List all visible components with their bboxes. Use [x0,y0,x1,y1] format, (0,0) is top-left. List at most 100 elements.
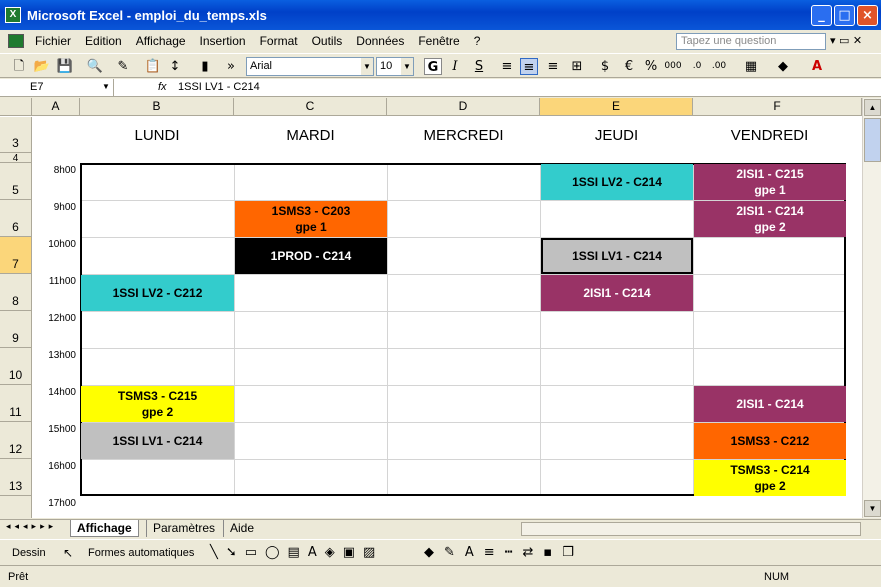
select-all-corner[interactable] [0,98,32,116]
bold-icon[interactable]: G [424,58,442,75]
menu-fenetre[interactable]: Fenêtre [411,34,466,48]
menu-outils[interactable]: Outils [305,34,350,48]
autoshapes-menu[interactable]: Formes automatiques [88,547,194,559]
course-slot[interactable]: 1SSI LV2 - C212 [81,275,234,311]
column-header-a[interactable]: A [32,98,80,116]
tab-aide[interactable]: Aide [223,520,260,537]
paste-icon[interactable]: 📋 [144,58,162,75]
maximize-button[interactable]: □ [834,5,855,26]
open-icon[interactable]: 📂 [33,58,51,75]
align-right-icon[interactable]: ≡ [544,58,562,75]
minimize-button[interactable]: _ [811,5,832,26]
fx-icon[interactable]: fx [158,79,167,96]
euro-icon[interactable]: € [620,58,638,75]
menu-affichage[interactable]: Affichage [129,34,193,48]
column-header-d[interactable]: D [387,98,540,116]
row-header[interactable]: 3 [0,117,32,153]
row-header[interactable]: 7 [0,237,32,274]
menu-edition[interactable]: Edition [78,34,129,48]
increase-decimal-icon[interactable]: .0 [688,58,706,75]
course-slot[interactable]: 1PROD - C214 [235,238,387,274]
merge-center-icon[interactable]: ⊞ [568,58,586,75]
fill-color-icon[interactable]: ◆ [774,58,792,75]
column-header-f[interactable]: F [693,98,862,116]
help-search-input[interactable]: Tapez une question [676,33,826,50]
percent-icon[interactable]: % [642,58,660,75]
sort-icon[interactable]: ↕ [166,58,184,75]
decrease-decimal-icon[interactable]: .00 [710,58,728,75]
worksheet-grid[interactable]: A B C D E F 3 4 5 6 7 8 9 10 11 12 13 LU… [0,98,862,518]
shape-tool-icons[interactable]: ╲➘▭◯▤A◈▣▨ [210,545,383,560]
chevron-down-icon[interactable]: ▼ [361,58,373,75]
workbook-icon[interactable] [8,34,24,48]
course-slot[interactable]: 1SSI LV2 - C214 [541,164,693,200]
course-slot[interactable]: TSMS3 - C215 gpe 2 [81,386,234,422]
course-slot[interactable]: 2ISI1 - C214 [694,386,846,422]
currency-icon[interactable]: $ [596,58,614,75]
row-header[interactable]: 4 [0,153,32,164]
menu-donnees[interactable]: Données [349,34,411,48]
chevron-down-icon[interactable]: ▼ [401,58,413,75]
new-icon[interactable]: 🗋 [10,58,28,75]
column-header-e[interactable]: E [540,98,693,116]
pointer-icon[interactable]: ↖ [63,546,73,560]
print-preview-icon[interactable]: 🔍 [86,58,104,75]
align-left-icon[interactable]: ≡ [498,58,516,75]
tab-nav-icons[interactable]: ◂◂◂▸▸▸ [6,521,57,532]
font-color-icon[interactable]: A [808,58,826,75]
tab-affichage[interactable]: Affichage [70,520,139,537]
tab-parametres[interactable]: Paramètres [146,520,221,537]
row-header[interactable]: 8 [0,274,32,311]
row-header[interactable]: 10 [0,348,32,385]
font-size-select[interactable]: 10 ▼ [376,57,414,76]
menu-help[interactable]: ? [467,34,488,48]
formula-input[interactable]: 1SSI LV1 - C214 [178,79,260,96]
column-header-c[interactable]: C [234,98,387,116]
name-box[interactable]: E7 [2,79,114,96]
more-icon[interactable]: » [222,58,240,75]
thousands-icon[interactable]: 000 [664,58,682,75]
scroll-down-button[interactable]: ▼ [864,500,881,517]
course-slot[interactable]: 1SMS3 - C203 gpe 1 [235,201,387,237]
course-slot[interactable]: 2ISI1 - C215 gpe 1 [694,164,846,200]
format-painter-icon[interactable]: ✎ [114,58,132,75]
row-header[interactable]: 12 [0,422,32,459]
row-header[interactable]: 6 [0,200,32,237]
chart-icon[interactable]: ▮ [196,58,214,75]
underline-icon[interactable]: S [470,58,488,75]
course-slot[interactable]: 2ISI1 - C214 gpe 2 [694,201,846,237]
menu-fichier[interactable]: Fichier [28,34,78,48]
row-header[interactable]: 11 [0,385,32,422]
menu-format[interactable]: Format [253,34,305,48]
course-slot[interactable]: 1SSI LV1 - C214 [81,423,234,459]
font-name-select[interactable]: Arial ▼ [246,57,374,76]
column-header-b[interactable]: B [80,98,234,116]
horizontal-scrollbar[interactable] [521,522,861,536]
dessin-menu[interactable]: Dessin [12,547,46,559]
row-header[interactable]: 9 [0,311,32,348]
menu-insertion[interactable]: Insertion [193,34,253,48]
vertical-scrollbar[interactable]: ▲ ▼ [862,98,881,518]
align-center-icon[interactable]: ≡ [520,58,538,75]
course-slot[interactable]: 1SMS3 - C212 [694,423,846,459]
hour-label: 12h00 [48,313,76,324]
formatting-toolbar: 🗋 📂 💾 🔍 ✎ 📋 ↕ ▮ » Arial ▼ 10 ▼ G I S ≡ ≡ ≡… [0,53,881,78]
save-icon[interactable]: 💾 [56,58,74,75]
row-header[interactable]: 5 [0,163,32,200]
row-header[interactable]: 13 [0,459,32,496]
color-tool-icons[interactable]: ◆✎A≡┅⇄▪❒ [424,545,584,560]
course-slot[interactable]: 2ISI1 - C214 [541,275,693,311]
scroll-thumb[interactable] [864,118,881,162]
scroll-up-button[interactable]: ▲ [864,99,881,116]
italic-icon[interactable]: I [446,58,464,75]
doc-window-controls[interactable]: ▾ ▭ ✕ [830,34,862,47]
title-bar: X Microsoft Excel - emploi_du_temps.xls … [0,0,881,30]
excel-icon: X [5,7,21,23]
borders-icon[interactable]: ▦ [742,58,760,75]
close-button[interactable]: × [857,5,878,26]
course-slot[interactable]: 1SSI LV1 - C214 [541,238,693,274]
grid-line [82,237,844,238]
course-slot[interactable]: TSMS3 - C214 gpe 2 [694,460,846,496]
row-header[interactable] [0,496,32,518]
chevron-down-icon[interactable]: ▼ [102,82,110,91]
